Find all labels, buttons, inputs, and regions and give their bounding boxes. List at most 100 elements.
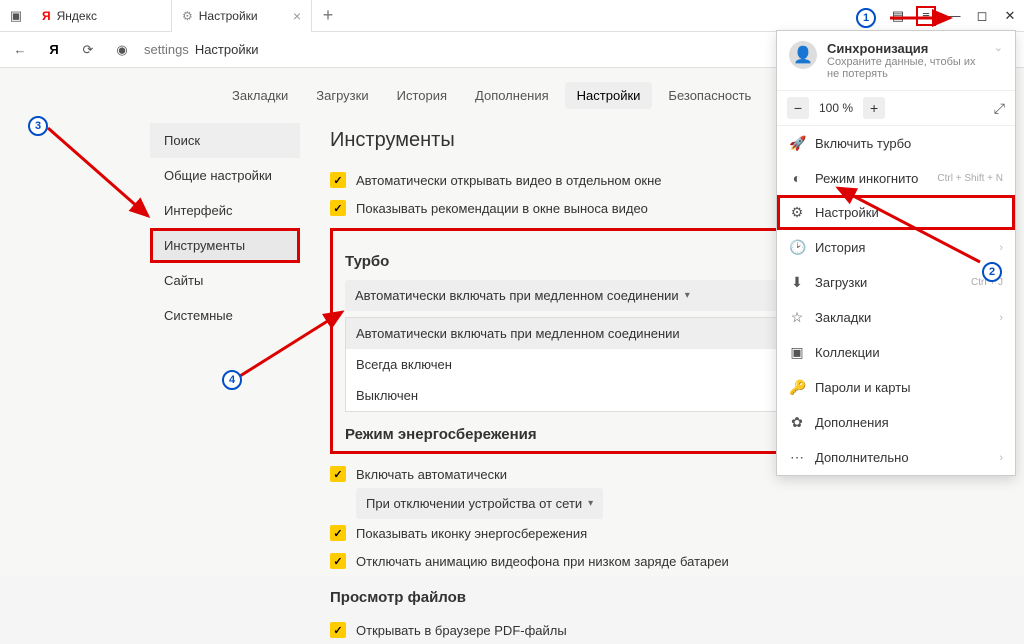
chevron-down-icon: ▾ xyxy=(685,290,690,301)
select-value: Автоматически включать при медленном сое… xyxy=(355,288,679,303)
menu-item-icon: ✿ xyxy=(789,414,805,431)
menu-item-2[interactable]: ⚙ Настройки xyxy=(777,195,1015,230)
menu-item-9[interactable]: ⋯ Дополнительно › xyxy=(777,440,1015,475)
check-label: Показывать иконку энергосбережения xyxy=(356,526,587,541)
sync-subtitle: Сохраните данные, чтобы их не потерять xyxy=(827,56,984,80)
sidebar-toggle-icon[interactable]: ▣ xyxy=(0,0,32,32)
energy-select[interactable]: При отключении устройства от сети ▾ xyxy=(356,488,603,519)
files-title: Просмотр файлов xyxy=(330,589,890,606)
annotation-marker-2: 2 xyxy=(982,262,1002,282)
menu-item-icon: ⬇ xyxy=(789,274,805,291)
address-path: Настройки xyxy=(195,42,259,57)
new-tab-button[interactable]: + xyxy=(312,5,344,26)
shortcut-label: Ctrl + Shift + N xyxy=(937,173,1003,184)
tab-label: Настройки xyxy=(199,9,258,23)
check-label: Отключать анимацию видеофона при низком … xyxy=(356,554,729,569)
check-energy-icon[interactable]: ✓ Показывать иконку энергосбережения xyxy=(330,519,890,547)
back-button[interactable]: ← xyxy=(8,38,32,62)
checkbox-icon: ✓ xyxy=(330,553,346,569)
sidebar-system[interactable]: Системные xyxy=(150,298,300,333)
chevron-right-icon: › xyxy=(999,242,1003,254)
checkbox-icon: ✓ xyxy=(330,622,346,638)
annotation-marker-3: 3 xyxy=(28,116,48,136)
topnav-settings[interactable]: Настройки xyxy=(565,82,653,109)
sidebar-search[interactable]: Поиск xyxy=(150,123,300,158)
sidebar-interface[interactable]: Интерфейс xyxy=(150,193,300,228)
topnav-downloads[interactable]: Загрузки xyxy=(304,82,380,109)
menu-item-icon: 🚀 xyxy=(789,135,805,152)
tab-settings[interactable]: ⚙ Настройки × xyxy=(172,0,312,32)
yandex-home-icon[interactable]: Я xyxy=(42,38,66,62)
chevron-right-icon: › xyxy=(999,312,1003,324)
tab-label: Яндекс xyxy=(57,9,97,23)
menu-item-3[interactable]: 🕑 История › xyxy=(777,230,1015,265)
menu-item-icon: ◐ xyxy=(789,170,805,186)
menu-item-label: Загрузки xyxy=(815,275,867,290)
shield-icon[interactable]: ◉ xyxy=(110,38,134,62)
menu-item-4[interactable]: ⬇ЗагрузкиCtrl + J xyxy=(777,265,1015,300)
menu-item-icon: ⚙ xyxy=(789,204,805,221)
check-label: Включать автоматически xyxy=(356,467,507,482)
menu-item-icon: 🔑 xyxy=(789,379,805,396)
topnav-security[interactable]: Безопасность xyxy=(656,82,763,109)
select-value: При отключении устройства от сети xyxy=(366,496,582,511)
menu-item-7[interactable]: 🔑 Пароли и карты xyxy=(777,370,1015,405)
maximize-icon[interactable]: ◻ xyxy=(972,6,992,26)
bookmark-all-icon[interactable]: ▤ xyxy=(888,6,908,26)
check-label: Показывать рекомендации в окне выноса ви… xyxy=(356,201,648,216)
menu-item-icon: 🕑 xyxy=(789,239,805,256)
menu-item-label: Настройки xyxy=(815,205,879,220)
fullscreen-icon[interactable]: ⤢ xyxy=(994,100,1005,117)
chevron-down-icon: ▾ xyxy=(588,498,593,509)
sidebar-sites[interactable]: Сайты xyxy=(150,263,300,298)
menu-item-icon: ☆ xyxy=(789,309,805,326)
menu-item-label: Дополнительно xyxy=(815,450,909,465)
address-host: settings xyxy=(144,42,189,57)
menu-item-label: Коллекции xyxy=(815,345,880,360)
tab-yandex[interactable]: Я Яндекс xyxy=(32,0,172,32)
chevron-right-icon: › xyxy=(999,452,1003,464)
menu-item-label: Дополнения xyxy=(815,415,889,430)
topnav-bookmarks[interactable]: Закладки xyxy=(220,82,300,109)
chevron-down-icon: ⌄ xyxy=(994,41,1003,54)
menu-item-1[interactable]: ◐ Режим инкогнито Ctrl + Shift + N xyxy=(777,161,1015,195)
check-label: Открывать в браузере PDF-файлы xyxy=(356,623,567,638)
menu-item-label: Пароли и карты xyxy=(815,380,911,395)
close-icon[interactable]: × xyxy=(293,8,301,24)
minimize-icon[interactable]: — xyxy=(944,6,964,26)
menu-item-label: Режим инкогнито xyxy=(815,171,918,186)
menu-item-icon: ⋯ xyxy=(789,449,805,466)
menu-item-5[interactable]: ☆ Закладки › xyxy=(777,300,1015,335)
check-pdf[interactable]: ✓ Открывать в браузере PDF-файлы xyxy=(330,616,890,644)
zoom-out-button[interactable]: − xyxy=(787,97,809,119)
menu-icon[interactable]: ≡ xyxy=(916,6,936,26)
menu-item-icon: ▣ xyxy=(789,344,805,361)
sync-header[interactable]: 👤 Синхронизация Сохраните данные, чтобы … xyxy=(777,31,1015,90)
menu-item-0[interactable]: 🚀 Включить турбо xyxy=(777,126,1015,161)
topnav-history[interactable]: История xyxy=(385,82,459,109)
gear-icon: ⚙ xyxy=(182,9,193,23)
menu-item-label: Включить турбо xyxy=(815,136,911,151)
yandex-icon: Я xyxy=(42,9,51,23)
checkbox-icon: ✓ xyxy=(330,466,346,482)
zoom-value: 100 % xyxy=(813,101,859,115)
check-energy-anim[interactable]: ✓ Отключать анимацию видеофона при низко… xyxy=(330,547,890,575)
zoom-in-button[interactable]: + xyxy=(863,97,885,119)
reload-button[interactable]: ⟳ xyxy=(76,38,100,62)
topnav-addons[interactable]: Дополнения xyxy=(463,82,561,109)
checkbox-icon: ✓ xyxy=(330,525,346,541)
menu-item-label: История xyxy=(815,240,865,255)
menu-item-6[interactable]: ▣ Коллекции xyxy=(777,335,1015,370)
menu-item-8[interactable]: ✿ Дополнения xyxy=(777,405,1015,440)
annotation-marker-4: 4 xyxy=(222,370,242,390)
avatar-icon: 👤 xyxy=(789,41,817,69)
checkbox-icon: ✓ xyxy=(330,172,346,188)
menu-item-label: Закладки xyxy=(815,310,871,325)
sync-title: Синхронизация xyxy=(827,41,984,56)
main-menu: 👤 Синхронизация Сохраните данные, чтобы … xyxy=(776,30,1016,476)
annotation-marker-1: 1 xyxy=(856,8,876,28)
sidebar-tools[interactable]: Инструменты xyxy=(150,228,300,263)
zoom-controls: − 100 % + ⤢ xyxy=(777,90,1015,126)
sidebar-general[interactable]: Общие настройки xyxy=(150,158,300,193)
close-window-icon[interactable]: ✕ xyxy=(1000,6,1020,26)
